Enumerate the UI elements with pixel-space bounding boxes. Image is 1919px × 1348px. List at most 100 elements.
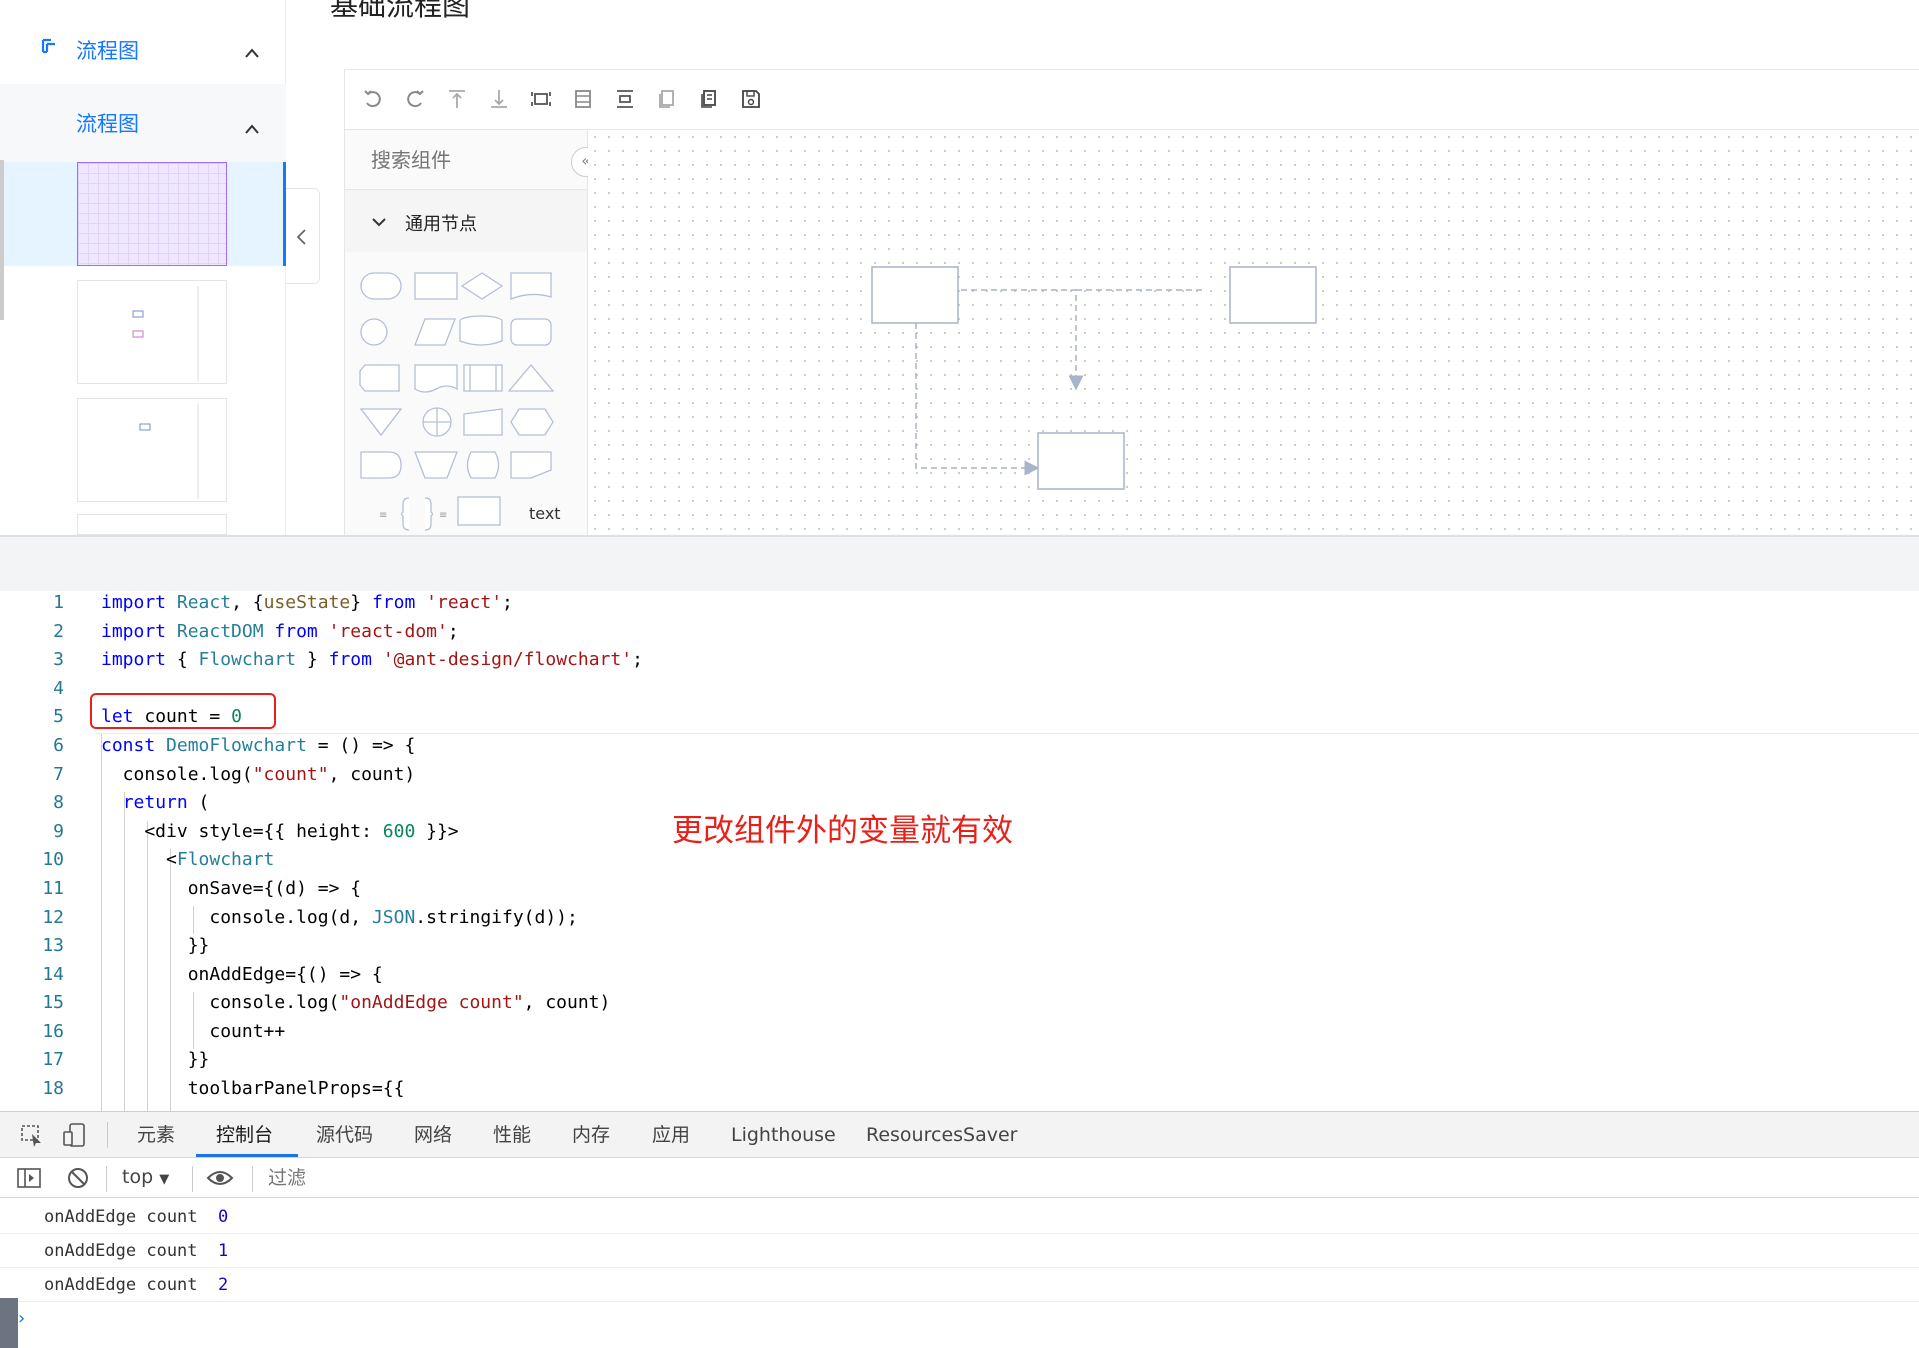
chevron-down-icon xyxy=(372,218,386,227)
chevron-up-icon[interactable] xyxy=(244,40,260,64)
thumbnail[interactable] xyxy=(77,280,227,384)
shape-panel: « 通用节点 xyxy=(345,130,601,536)
log-value: 0 xyxy=(218,1207,229,1227)
divider xyxy=(107,1122,108,1148)
code-line: 13 }} xyxy=(42,935,210,956)
code-line: 17 }} xyxy=(42,1049,210,1070)
sidebar-sub-label: 流程图 xyxy=(76,112,139,136)
group-label: 通用节点 xyxy=(405,214,477,235)
toolbar xyxy=(345,70,1919,130)
tab-console[interactable]: 控制台 xyxy=(216,1112,273,1158)
tab-network[interactable]: 网络 xyxy=(414,1112,452,1158)
flowchart-editor: « 通用节点 xyxy=(344,69,1919,536)
log-value: 2 xyxy=(218,1275,229,1295)
sidebar-toggle-icon[interactable] xyxy=(16,1166,42,1194)
device-toggle-icon[interactable] xyxy=(62,1122,88,1152)
clear-console-icon[interactable] xyxy=(66,1166,90,1194)
context-value: top xyxy=(122,1166,154,1188)
log-text: onAddEdge count xyxy=(44,1207,198,1227)
code-line: 14 onAddEdge={() => { xyxy=(42,964,383,985)
code-editor[interactable]: 1 import React, {useState} from 'react'; … xyxy=(0,591,1919,1111)
filter-input[interactable] xyxy=(268,1164,668,1192)
console-log-row: onAddEdge count 0 xyxy=(0,1200,1919,1234)
paste-icon[interactable] xyxy=(697,88,721,112)
shape-palette[interactable]: ≡ ≡ xyxy=(359,264,574,536)
code-line: 7 console.log("count", count) xyxy=(53,764,416,785)
tab-lighthouse[interactable]: Lighthouse xyxy=(731,1112,836,1158)
code-line: 2 import ReactDOM from 'react-dom'; xyxy=(53,621,459,642)
sidebar-group-flowchart[interactable]: 流程图 xyxy=(0,14,286,86)
search-input[interactable] xyxy=(371,144,551,176)
highlight-box xyxy=(90,693,276,729)
code-line: 12 console.log(d, JSON.stringify(d)); xyxy=(42,907,578,928)
code-header xyxy=(0,535,1919,591)
code-line: 15 console.log("onAddEdge count", count) xyxy=(42,992,611,1013)
log-text: onAddEdge count xyxy=(44,1275,198,1295)
sidebar: 流程图 流程图 xyxy=(0,0,286,535)
fit-view-icon[interactable] xyxy=(529,88,553,112)
page-title: 基础流程图 xyxy=(330,0,471,22)
sidebar-subgroup-flowchart[interactable]: 流程图 xyxy=(0,84,286,162)
tab-resourcessaver[interactable]: ResourcesSaver xyxy=(866,1112,1017,1158)
tab-sources[interactable]: 源代码 xyxy=(316,1112,373,1158)
devtools-tabbar: 元素 控制台 源代码 网络 性能 内存 应用 Lighthouse Resour… xyxy=(0,1112,1919,1158)
divider xyxy=(192,1166,193,1192)
divider xyxy=(106,1166,107,1192)
flowchart-icon xyxy=(41,36,59,54)
flow-node xyxy=(1037,432,1125,490)
flowchart-canvas[interactable] xyxy=(588,130,1919,536)
group-header[interactable]: 通用节点 xyxy=(345,190,587,252)
console-log-row: onAddEdge count 2 xyxy=(0,1268,1919,1302)
devtools-panel: 元素 控制台 源代码 网络 性能 内存 应用 Lighthouse Resour… xyxy=(0,1111,1919,1348)
eye-icon[interactable] xyxy=(206,1168,234,1192)
tab-elements[interactable]: 元素 xyxy=(137,1112,175,1158)
text-shape-label[interactable]: text xyxy=(529,504,561,523)
code-line: 18 toolbarPanelProps={{ xyxy=(42,1078,405,1099)
tab-memory[interactable]: 内存 xyxy=(572,1112,610,1158)
code-line: 3 import { Flowchart } from '@ant-design/… xyxy=(53,649,643,670)
save-icon[interactable] xyxy=(739,88,763,112)
undo-icon[interactable] xyxy=(361,88,385,112)
code-line: 4 xyxy=(53,678,64,699)
scrollbar[interactable] xyxy=(0,1298,18,1348)
code-line: 16 count++ xyxy=(42,1021,286,1042)
tab-application[interactable]: 应用 xyxy=(652,1112,690,1158)
inspect-icon[interactable] xyxy=(20,1124,44,1152)
align-top-icon[interactable] xyxy=(445,88,469,112)
active-tab-indicator xyxy=(196,1154,298,1157)
thumbnail-row-selected[interactable] xyxy=(0,162,286,266)
code-line: 6 const DemoFlowchart = () => { xyxy=(53,735,416,756)
thumbnail[interactable] xyxy=(77,514,227,535)
annotation-text: 更改组件外的变量就有效 xyxy=(672,813,1013,849)
distribute-icon[interactable] xyxy=(613,88,637,112)
divider xyxy=(252,1166,253,1192)
redo-icon[interactable] xyxy=(403,88,427,112)
context-select[interactable]: top ▼ xyxy=(122,1166,169,1188)
code-line: 11 onSave={(d) => { xyxy=(42,878,362,899)
log-text: onAddEdge count xyxy=(44,1241,198,1261)
code-line: 5 let count = 0 xyxy=(53,706,242,727)
search-bar: « xyxy=(345,130,601,190)
thumbnail-preview xyxy=(77,162,227,266)
tab-performance[interactable]: 性能 xyxy=(493,1112,531,1158)
chevron-left-icon xyxy=(296,229,306,245)
flow-node xyxy=(1229,266,1317,324)
collapse-sidebar-button[interactable] xyxy=(286,188,320,284)
code-line: 1 import React, {useState} from 'react'; xyxy=(53,592,513,613)
code-line: 10 <Flowchart xyxy=(42,849,275,870)
flow-node xyxy=(871,266,959,324)
svg-text:≡: ≡ xyxy=(439,510,447,521)
dropdown-arrow-icon: ▼ xyxy=(159,1172,170,1187)
chevron-up-icon[interactable] xyxy=(244,116,260,140)
svg-text:≡: ≡ xyxy=(379,510,387,521)
scrollbar[interactable] xyxy=(0,160,4,320)
copy-icon[interactable] xyxy=(655,88,679,112)
align-center-icon[interactable] xyxy=(571,88,595,112)
align-bottom-icon[interactable] xyxy=(487,88,511,112)
flowchart-diagram[interactable] xyxy=(588,130,1919,536)
console-prompt-icon[interactable]: › xyxy=(18,1308,25,1329)
console-log-row: onAddEdge count 1 xyxy=(0,1234,1919,1268)
thumbnail[interactable] xyxy=(77,398,227,502)
sidebar-header-label: 流程图 xyxy=(76,39,139,63)
console-toolbar: top ▼ xyxy=(0,1158,1919,1198)
